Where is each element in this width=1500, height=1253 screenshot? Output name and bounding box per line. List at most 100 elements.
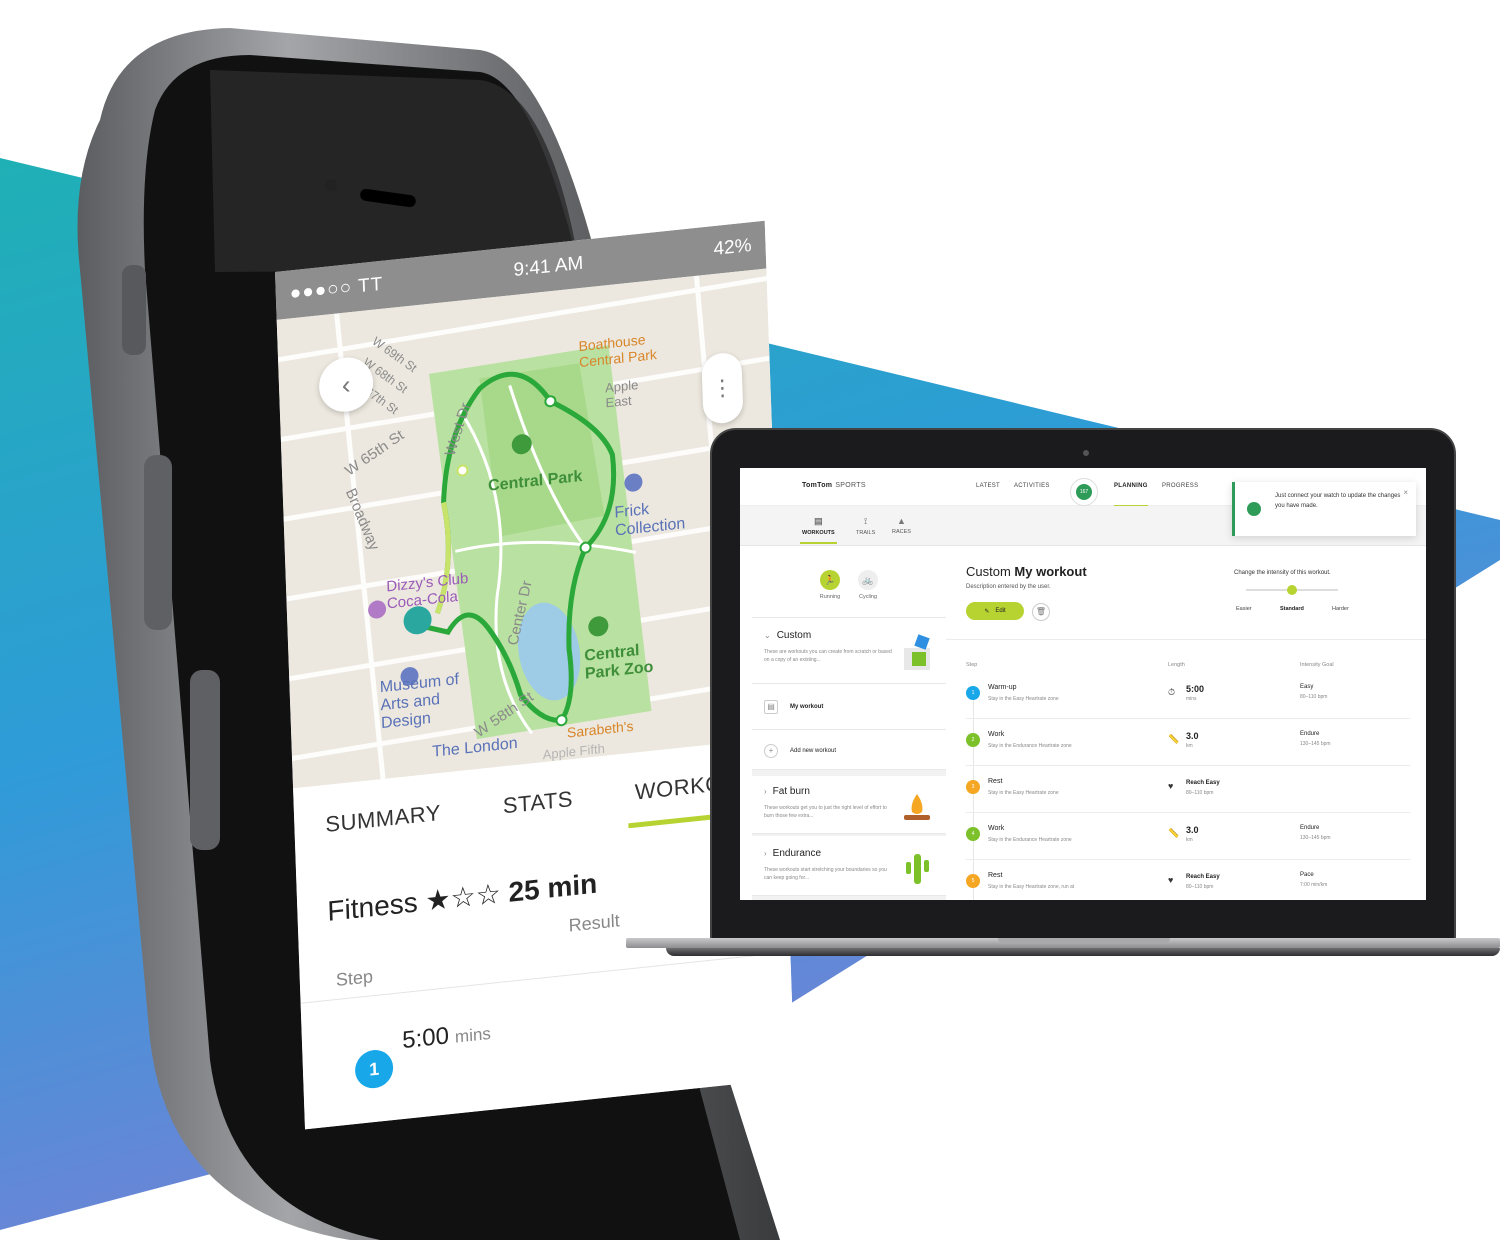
- delete-button[interactable]: 🗑: [1032, 603, 1050, 621]
- step-number: 5: [966, 874, 980, 888]
- heart-rate-icon: ♥: [1168, 781, 1174, 791]
- web-app: TomTom SPORTS LATEST ACTIVITIES 167 PLANN…: [740, 468, 1426, 900]
- chevron-left-icon: ‹: [341, 368, 351, 400]
- more-options-button[interactable]: ⋮: [701, 351, 744, 426]
- edit-button[interactable]: ✎ Edit: [966, 602, 1024, 620]
- intensity-standard[interactable]: Standard: [1280, 606, 1304, 612]
- nav-progress[interactable]: PROGRESS: [1162, 483, 1198, 489]
- laptop-base-shadow: [666, 948, 1500, 956]
- step-goal-range: 130–145 bpm: [1300, 835, 1331, 841]
- intensity-harder[interactable]: Harder: [1332, 606, 1349, 612]
- step-length: Reach Easy: [1186, 874, 1220, 880]
- subnav-trails[interactable]: ⟟ TRAILS: [856, 516, 875, 536]
- battery-level: 42%: [713, 235, 752, 261]
- nav-planning[interactable]: PLANNING: [1114, 483, 1148, 507]
- ruler-icon: 📏: [1168, 734, 1180, 744]
- nav-latest[interactable]: LATEST: [976, 483, 1000, 489]
- subnav-races[interactable]: ▲ RACES: [892, 516, 911, 535]
- laptop-lid: TomTom SPORTS LATEST ACTIVITIES 167 PLANN…: [710, 428, 1456, 940]
- tab-summary[interactable]: SUMMARY: [321, 792, 446, 847]
- sport-cycling[interactable]: 🚲 Cycling: [848, 570, 888, 600]
- user-level-badge[interactable]: 167: [1070, 478, 1098, 506]
- column-result: Result: [568, 910, 621, 936]
- step-length-value: 5:00: [401, 1022, 450, 1055]
- workout-categories-panel: 🏃 Running 🚲 Cycling ⌄ Custom These are work…: [752, 558, 946, 900]
- step-number: 1: [966, 686, 980, 700]
- add-new-workout-item: + Add new workout: [764, 744, 836, 758]
- status-time: 9:41 AM: [513, 252, 584, 281]
- step-number: 4: [966, 827, 980, 841]
- step-length: 3.0: [1186, 731, 1199, 741]
- table-row[interactable]: 4 Work Stay in the Endurance Heartrate z…: [966, 813, 1410, 860]
- step-unit: km: [1186, 743, 1193, 749]
- step-goal: Easy: [1300, 684, 1314, 690]
- table-row[interactable]: 3 Rest Stay in the Easy Heartrate zone ♥…: [966, 766, 1410, 813]
- intensity-easier[interactable]: Easier: [1236, 606, 1252, 612]
- table-row[interactable]: 2 Work Stay in the Endurance Heartrate z…: [966, 719, 1410, 766]
- divider: [946, 639, 1426, 640]
- plus-icon: +: [764, 744, 778, 758]
- workout-description: Description entered by the user.: [966, 584, 1051, 590]
- add-new-workout[interactable]: + Add new workout: [752, 730, 946, 770]
- heart-rate-icon: ♥: [1168, 875, 1174, 885]
- trail-icon: ⟟: [863, 516, 868, 526]
- sync-notification: Just connect your watch to update the ch…: [1232, 482, 1416, 536]
- pencil-icon: ✎: [984, 608, 990, 615]
- tab-stats[interactable]: STATS: [498, 778, 578, 828]
- chevron-down-icon: ⌄: [764, 631, 771, 640]
- step-length: 5:00 mins: [402, 1018, 492, 1055]
- chevron-right-icon: ›: [764, 787, 767, 796]
- stopwatch-icon: ⏱: [1168, 687, 1176, 697]
- carrier-signal: ●●●○○ TT: [289, 273, 384, 305]
- step-goal: Pace: [1300, 872, 1314, 878]
- slider-handle[interactable]: [1287, 585, 1297, 595]
- more-vertical-icon: ⋮: [710, 374, 734, 402]
- category-endurance-desc: These workouts start stretching your bou…: [764, 867, 887, 881]
- step-number: 2: [966, 733, 980, 747]
- table-row[interactable]: 5 Rest Stay in the Easy Heartrate zone, …: [966, 860, 1410, 900]
- step-unit: 80–110 bpm: [1186, 790, 1214, 796]
- intensity-label: Change the intensity of this workout.: [1234, 570, 1331, 576]
- sport-running[interactable]: 🏃 Running: [810, 570, 850, 600]
- chevron-right-icon: ›: [764, 849, 767, 858]
- close-icon[interactable]: ×: [1403, 488, 1408, 497]
- intensity-slider[interactable]: [1246, 585, 1338, 595]
- step-goal-range: 130–145 bpm: [1300, 741, 1331, 747]
- step-number-badge: 1: [354, 1048, 394, 1091]
- clipboard-icon: ▤: [814, 516, 823, 526]
- laptop-notch: [998, 938, 1170, 944]
- map-label-apple-east: Apple East: [604, 377, 639, 411]
- category-endurance[interactable]: › Endurance These workouts start stretchi…: [752, 836, 946, 896]
- step-number: 3: [966, 780, 980, 794]
- custom-illustration: [904, 634, 930, 670]
- category-endurance-title: › Endurance: [764, 848, 822, 859]
- ruler-icon: 📏: [1168, 828, 1180, 838]
- step-name: Rest: [988, 778, 1003, 785]
- nav-activities[interactable]: ACTIVITIES: [1014, 483, 1050, 489]
- workout-title-prefix: Fitness: [326, 886, 419, 927]
- running-icon: 🏃: [820, 570, 840, 590]
- workout-duration: 25 min: [507, 867, 598, 908]
- map-label-museum: Museum of Arts and Design: [379, 671, 460, 733]
- step-name: Warm-up: [988, 684, 1017, 691]
- subnav-workouts[interactable]: ▤ WORKOUTS: [800, 516, 837, 544]
- category-custom[interactable]: ⌄ Custom These are workouts you can creat…: [752, 618, 946, 684]
- tomtom-logo[interactable]: TomTom SPORTS: [802, 482, 866, 489]
- header-intensity-goal: Intensity Goal: [1300, 662, 1334, 668]
- step-name: Rest: [988, 872, 1003, 879]
- campfire-illustration: [904, 794, 930, 820]
- column-step: Step: [335, 966, 374, 991]
- clipboard-icon: ▤: [764, 700, 778, 714]
- step-goal: Endure: [1300, 731, 1320, 737]
- step-goal: Endure: [1300, 825, 1320, 831]
- table-row[interactable]: 1 Warm-up Stay in the Easy Heartrate zon…: [966, 672, 1410, 719]
- cycling-icon: 🚲: [858, 570, 878, 590]
- step-desc: Stay in the Endurance Heartrate zone: [988, 743, 1072, 749]
- cactus-illustration: [906, 854, 929, 884]
- workout-my-workout[interactable]: ▤ My workout: [752, 684, 946, 730]
- header-length: Length: [1168, 662, 1185, 668]
- category-fat-burn[interactable]: › Fat burn These workouts get you to just…: [752, 776, 946, 834]
- divider: [300, 951, 791, 1004]
- watch-icon: [1247, 502, 1261, 516]
- step-name: Work: [988, 825, 1005, 832]
